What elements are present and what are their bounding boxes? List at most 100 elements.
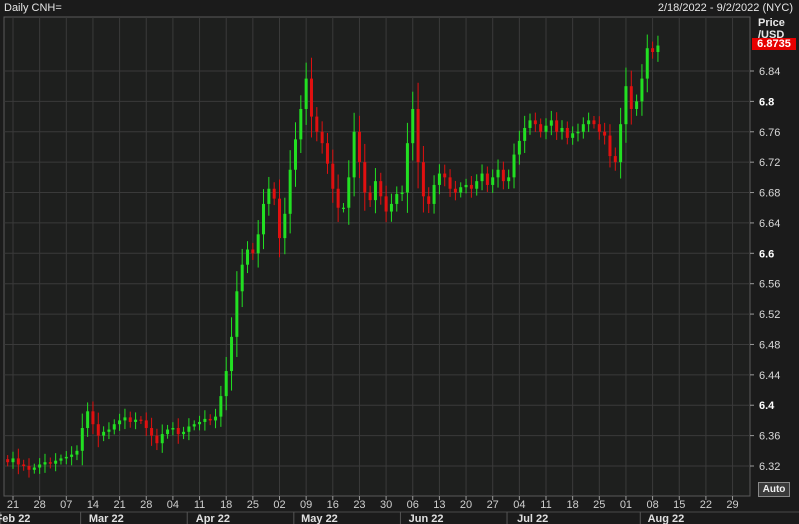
candle-body — [288, 169, 292, 214]
candle-body — [432, 184, 436, 204]
candle-body — [517, 140, 521, 155]
candle-body — [203, 418, 207, 422]
candle-body — [448, 177, 452, 189]
candle-body — [576, 131, 580, 134]
x-tick-label: 11 — [540, 499, 551, 511]
candle-body — [491, 177, 495, 185]
candle-body — [230, 336, 234, 372]
candle-body — [320, 131, 324, 144]
candle-body — [134, 419, 138, 422]
candle-body — [437, 173, 441, 185]
candle-body — [453, 188, 457, 193]
x-tick-label: 11 — [194, 499, 205, 511]
candle-body — [123, 417, 127, 421]
y-tick-label: 6.76 — [759, 127, 780, 139]
x-tick-label: 22 — [700, 499, 712, 511]
candle-body — [571, 133, 575, 138]
candle-body — [411, 108, 415, 144]
chart-title: Daily CNH= — [4, 2, 62, 14]
x-tick-label: 13 — [433, 499, 445, 511]
candle-body — [587, 120, 591, 125]
x-tick-label: 01 — [620, 499, 632, 511]
candle-body — [592, 120, 596, 125]
plot-area — [3, 16, 751, 497]
candle-body — [192, 424, 196, 427]
candle-body — [395, 194, 399, 204]
candle-body — [347, 177, 351, 208]
candle-body — [272, 188, 276, 199]
candle-body — [336, 188, 340, 208]
candle-body — [75, 450, 79, 455]
candle-body — [267, 188, 271, 204]
candle-body — [224, 371, 228, 397]
month-label: Jul 22 — [517, 513, 548, 524]
candle-body — [341, 207, 345, 209]
candle-body — [533, 120, 537, 125]
candle-body — [144, 420, 148, 429]
auto-scale-button[interactable]: Auto — [758, 482, 790, 497]
candle-body — [38, 464, 42, 468]
candle-body — [235, 291, 239, 337]
y-tick-label: 6.64 — [759, 218, 780, 230]
y-tick-label: 6.36 — [759, 431, 780, 443]
y-tick-label: 6.8 — [759, 96, 774, 108]
y-tick-label: 6.72 — [759, 157, 780, 169]
candle-body — [6, 459, 10, 463]
candle-body — [635, 101, 639, 109]
candle-body — [619, 124, 623, 163]
candle-body — [299, 108, 303, 140]
candle-body — [512, 154, 516, 178]
candle-body — [176, 428, 180, 435]
y-tick-label: 6.52 — [759, 309, 780, 321]
candle-body — [464, 184, 468, 188]
x-tick-label: 18 — [567, 499, 579, 511]
candle-body — [373, 181, 377, 201]
x-tick-label: 29 — [726, 499, 738, 511]
candle-body — [278, 198, 281, 239]
candle-body — [112, 424, 116, 430]
candle-body — [214, 416, 218, 421]
x-tick-label: 21 — [113, 499, 125, 511]
y-tick-label: 6.68 — [759, 188, 780, 200]
x-tick-label: 21 — [7, 499, 19, 511]
candle-body — [555, 120, 559, 132]
candle-body — [640, 78, 644, 102]
candle-body — [352, 131, 356, 178]
x-tick-label: 27 — [487, 499, 499, 511]
candle-body — [64, 456, 68, 459]
candle-body — [43, 462, 47, 465]
candle-body — [182, 431, 186, 435]
candle-body — [501, 169, 505, 182]
candle-body — [160, 434, 164, 444]
candle-body — [581, 124, 585, 132]
candle-body — [315, 116, 319, 132]
candle-body — [528, 120, 532, 128]
candle-body — [459, 187, 463, 193]
candle-body — [469, 184, 473, 189]
y-tick-label: 6.32 — [759, 461, 780, 473]
candle-body — [539, 124, 543, 132]
candle-body — [368, 192, 372, 201]
candle-body — [389, 203, 393, 212]
x-tick-label: 28 — [140, 499, 152, 511]
candle-body — [475, 181, 479, 189]
y-tick-label: 6.56 — [759, 279, 780, 291]
candle-body — [325, 143, 329, 164]
candle-body — [262, 203, 266, 235]
candle-body — [485, 173, 489, 185]
candle-body — [363, 162, 367, 193]
candle-body — [187, 426, 191, 432]
candle-body — [118, 420, 122, 425]
x-tick-label: 08 — [646, 499, 658, 511]
x-tick-label: 06 — [407, 499, 419, 511]
y-axis-unit-line: Price — [758, 17, 785, 29]
x-tick-label: 04 — [513, 499, 525, 511]
candle-body — [91, 411, 95, 425]
candle-body — [416, 108, 420, 163]
x-tick-label: 09 — [300, 499, 312, 511]
candle-body — [96, 424, 100, 436]
candle-body — [86, 411, 90, 429]
candle-body — [331, 163, 335, 189]
x-tick-label: 20 — [460, 499, 472, 511]
month-label: Aug 22 — [648, 513, 685, 524]
